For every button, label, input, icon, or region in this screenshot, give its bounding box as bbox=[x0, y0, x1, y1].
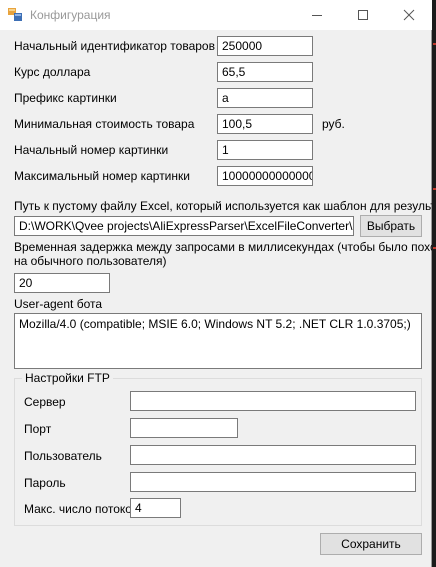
maximize-button[interactable] bbox=[340, 0, 386, 30]
ftp-password-label: Пароль bbox=[24, 476, 66, 490]
min-price-label: Минимальная стоимость товара bbox=[14, 117, 195, 131]
minimize-button[interactable] bbox=[294, 0, 340, 30]
user-agent-label: User-agent бота bbox=[14, 297, 103, 311]
dollar-rate-input[interactable]: 65,5 bbox=[217, 62, 313, 82]
close-icon bbox=[403, 9, 415, 21]
start-image-number-label: Начальный номер картинки bbox=[14, 143, 169, 157]
ftp-server-input[interactable] bbox=[130, 391, 416, 411]
title-bar: Конфигурация bbox=[0, 0, 432, 30]
config-window: Конфигурация Начальный идентификатор тов… bbox=[0, 0, 436, 567]
min-price-unit: руб. bbox=[322, 117, 345, 131]
background-window-edge bbox=[432, 0, 436, 567]
start-product-id-label: Начальный идентификатор товаров bbox=[14, 39, 215, 53]
min-price-input[interactable]: 100,5 bbox=[217, 114, 313, 134]
ftp-port-label: Порт bbox=[24, 422, 52, 436]
ftp-password-input[interactable] bbox=[130, 472, 416, 492]
start-image-number-input[interactable]: 1 bbox=[217, 140, 313, 160]
ftp-max-threads-label: Макс. число потоков bbox=[24, 502, 139, 516]
ftp-group-title: Настройки FTP bbox=[22, 371, 113, 385]
ftp-user-label: Пользователь bbox=[24, 449, 102, 463]
minimize-icon bbox=[312, 15, 322, 16]
close-button[interactable] bbox=[386, 0, 432, 30]
excel-path-label: Путь к пустому файлу Excel, который испо… bbox=[14, 199, 436, 213]
excel-path-input[interactable]: D:\WORK\Qvee projects\AliExpressParser\E… bbox=[14, 216, 354, 236]
delay-label-line1: Временная задержка между запросами в мил… bbox=[14, 240, 436, 254]
user-agent-textarea[interactable]: Mozilla/4.0 (compatible; MSIE 6.0; Windo… bbox=[14, 313, 422, 369]
ftp-max-threads-input[interactable]: 4 bbox=[130, 498, 181, 518]
delay-input[interactable]: 20 bbox=[14, 273, 110, 293]
ftp-user-input[interactable] bbox=[130, 445, 416, 465]
image-prefix-label: Префикс картинки bbox=[14, 91, 117, 105]
save-button[interactable]: Сохранить bbox=[320, 533, 422, 555]
max-image-number-label: Максимальный номер картинки bbox=[14, 169, 190, 183]
dollar-rate-label: Курс доллара bbox=[14, 65, 91, 79]
delay-label-line2: на обычного пользователя) bbox=[14, 254, 167, 268]
maximize-icon bbox=[358, 10, 368, 20]
ftp-port-input[interactable] bbox=[130, 418, 238, 438]
app-window-icon bbox=[8, 8, 22, 22]
max-image-number-input[interactable]: 10000000000000 bbox=[217, 166, 313, 186]
start-product-id-input[interactable]: 250000 bbox=[217, 36, 313, 56]
window-title: Конфигурация bbox=[30, 8, 111, 22]
browse-button[interactable]: Выбрать bbox=[360, 215, 422, 237]
ftp-server-label: Сервер bbox=[24, 395, 66, 409]
image-prefix-input[interactable]: a bbox=[217, 88, 313, 108]
